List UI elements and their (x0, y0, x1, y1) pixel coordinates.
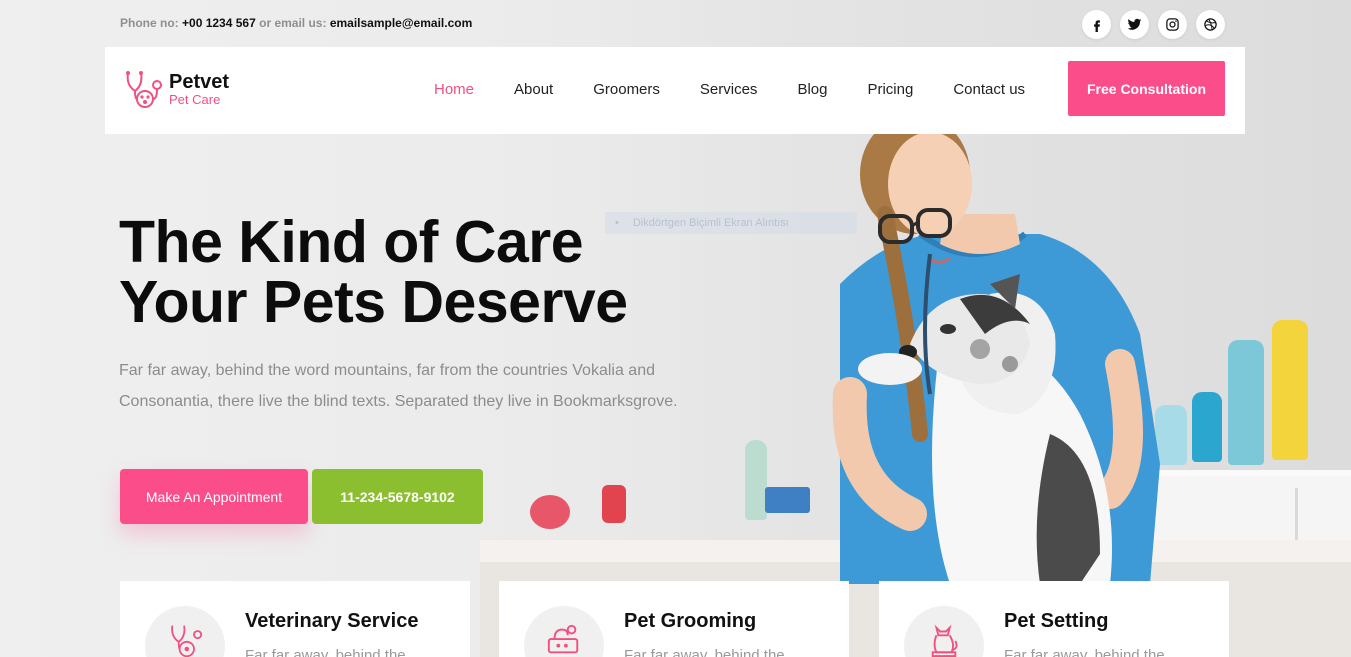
service-text: Far far away, behind the (245, 647, 406, 657)
facebook-link[interactable] (1082, 10, 1111, 39)
stethoscope-paw-logo-icon (126, 71, 162, 108)
phone-call-button[interactable]: 11-234-5678-9102 (312, 469, 483, 524)
nav-item-services[interactable]: Services (700, 81, 758, 98)
nav-item-groomers[interactable]: Groomers (593, 81, 660, 98)
service-card-grooming[interactable]: Pet Grooming Far far away, behind the (499, 581, 849, 657)
facebook-icon (1093, 19, 1100, 32)
stethoscope-icon (171, 625, 203, 657)
make-appointment-button[interactable]: Make An Appointment (120, 469, 308, 524)
brand-tagline: Pet Care (169, 91, 221, 107)
nav-item-about[interactable]: About (514, 81, 553, 98)
brand-logo[interactable]: Petvet Pet Care (123, 69, 229, 109)
background-clippers (602, 485, 626, 523)
brand-name: Petvet (169, 70, 230, 93)
nav-item-blog[interactable]: Blog (797, 81, 827, 98)
grooming-icon (547, 624, 579, 654)
twitter-link[interactable] (1120, 10, 1149, 39)
service-text: Far far away, behind the (624, 647, 785, 657)
nav-item-pricing[interactable]: Pricing (867, 81, 913, 98)
contact-info: Phone no: +00 1234 567 or email us: emai… (120, 16, 472, 30)
phone-number[interactable]: +00 1234 567 (182, 16, 256, 30)
hero-headline-line1: The Kind of Care (119, 209, 584, 275)
ghost-tooltip: • Dikdörtgen Biçimli Ekran Alıntısı (605, 212, 857, 234)
background-bottle (1272, 320, 1308, 460)
free-consultation-button[interactable]: Free Consultation (1068, 61, 1225, 116)
primary-nav: Home About Groomers Services Blog Pricin… (434, 81, 1065, 98)
hero-headline: The Kind of Care Your Pets Deserve (119, 212, 628, 332)
dribbble-link[interactable] (1196, 10, 1225, 39)
cat-icon (931, 624, 958, 657)
service-icon-wrapper (145, 606, 225, 657)
email-address[interactable]: emailsample@email.com (330, 16, 472, 30)
hero-headline-line2: Your Pets Deserve (119, 269, 628, 335)
service-icon-wrapper (524, 606, 604, 657)
background-ball (530, 495, 570, 529)
service-text: Far far away, behind the (1004, 647, 1165, 657)
background-bottle (745, 440, 767, 520)
instagram-icon (1166, 18, 1179, 31)
service-title: Pet Setting (1004, 610, 1109, 632)
dribbble-icon (1204, 18, 1217, 31)
hero-description: Far far away, behind the word mountains,… (119, 362, 678, 410)
ghost-tooltip-text: Dikdörtgen Biçimli Ekran Alıntısı (632, 217, 789, 229)
service-card-pet-setting[interactable]: Pet Setting Far far away, behind the (879, 581, 1229, 657)
background-bottle (1228, 340, 1264, 465)
social-links (1082, 10, 1225, 39)
main-navbar: Petvet Pet Care Home About Groomers Serv… (105, 47, 1245, 134)
email-label: or email us: (259, 16, 327, 30)
twitter-icon (1127, 18, 1142, 30)
phone-label: Phone no: (120, 16, 179, 30)
nav-item-contact[interactable]: Contact us (953, 81, 1025, 98)
service-card-veterinary[interactable]: Veterinary Service Far far away, behind … (120, 581, 470, 657)
service-title: Pet Grooming (624, 610, 757, 632)
instagram-link[interactable] (1158, 10, 1187, 39)
service-icon-wrapper (904, 606, 984, 657)
vet-with-dog-illustration (832, 134, 1160, 584)
service-title: Veterinary Service (245, 610, 419, 632)
nav-item-home[interactable]: Home (434, 81, 474, 98)
